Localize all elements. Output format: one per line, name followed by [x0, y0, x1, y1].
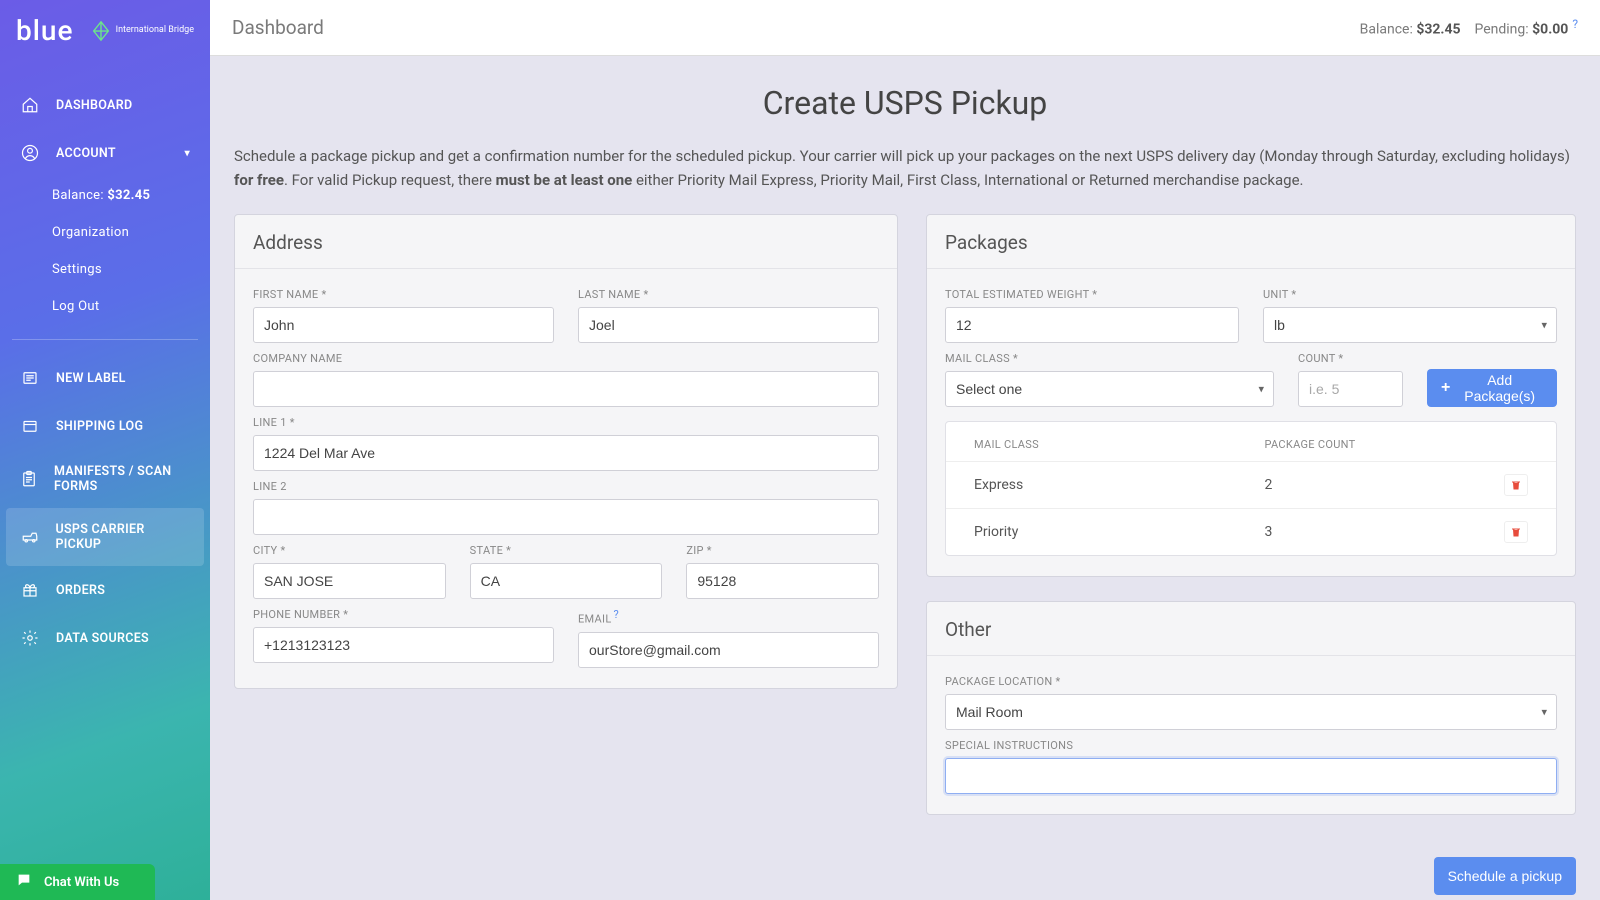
last-name-input[interactable]: [578, 307, 879, 343]
chat-label: Chat With Us: [44, 875, 119, 890]
topbar: Dashboard Balance: $32.45 Pending: $0.00…: [210, 0, 1600, 56]
sidebar-item-dashboard[interactable]: DASHBOARD: [0, 81, 210, 129]
chat-icon: [16, 872, 32, 892]
instructions-label: SPECIAL INSTRUCTIONS: [945, 739, 1557, 752]
sidebar-sub-balance[interactable]: Balance: $32.45: [0, 177, 210, 214]
gear-icon: [20, 628, 40, 648]
sidebar-item-shipping-log[interactable]: SHIPPING LOG: [0, 402, 210, 450]
help-icon[interactable]: ?: [614, 608, 620, 621]
phone-label: PHONE NUMBER *: [253, 608, 554, 621]
sidebar-sub-organization[interactable]: Organization: [0, 214, 210, 251]
chat-widget[interactable]: Chat With Us: [0, 864, 155, 900]
company-input[interactable]: [253, 371, 879, 407]
sidebar-item-label: ORDERS: [56, 583, 105, 598]
sidebar: blue International Bridge DASHBOARD ACCO…: [0, 0, 210, 900]
truck-icon: [20, 527, 39, 547]
phone-input[interactable]: [253, 627, 554, 663]
packages-table: MAIL CLASS PACKAGE COUNT Express 2: [945, 421, 1557, 556]
sidebar-item-label: DASHBOARD: [56, 98, 132, 113]
zip-label: ZIP *: [686, 544, 879, 557]
sidebar-item-data-sources[interactable]: DATA SOURCES: [0, 614, 210, 662]
last-name-label: LAST NAME *: [578, 288, 879, 301]
sidebar-item-label: ACCOUNT: [56, 146, 116, 161]
sidebar-sub-settings[interactable]: Settings: [0, 251, 210, 288]
line2-label: LINE 2: [253, 480, 879, 493]
account-submenu: Balance: $32.45 Organization Settings Lo…: [0, 177, 210, 325]
instructions-input[interactable]: [945, 758, 1557, 794]
sidebar-item-label: USPS CARRIER PICKUP: [55, 522, 190, 552]
sidebar-item-label: DATA SOURCES: [56, 631, 149, 646]
gift-icon: [20, 580, 40, 600]
label-icon: [20, 368, 40, 388]
plus-icon: +: [1441, 379, 1450, 397]
brand: blue International Bridge: [0, 0, 210, 61]
city-input[interactable]: [253, 563, 446, 599]
packages-card: Packages TOTAL ESTIMATED WEIGHT * UNIT *: [926, 214, 1576, 577]
sidebar-item-manifests[interactable]: MANIFESTS / SCAN FORMS: [0, 450, 210, 508]
table-row: Express 2: [946, 461, 1556, 508]
delete-row-button[interactable]: [1504, 521, 1528, 543]
page-title: Create USPS Pickup: [234, 84, 1576, 122]
company-label: COMPANY NAME: [253, 352, 879, 365]
sidebar-item-usps-pickup[interactable]: USPS CARRIER PICKUP: [6, 508, 204, 566]
brand-logo: blue: [16, 14, 73, 47]
home-icon: [20, 95, 40, 115]
state-input[interactable]: [470, 563, 663, 599]
content: Create USPS Pickup Schedule a package pi…: [210, 56, 1600, 900]
intro-text: Schedule a package pickup and get a conf…: [234, 144, 1576, 192]
main: Dashboard Balance: $32.45 Pending: $0.00…: [210, 0, 1600, 900]
sidebar-item-label: SHIPPING LOG: [56, 419, 143, 434]
email-label: EMAIL?: [578, 608, 879, 626]
table-row: Priority 3: [946, 508, 1556, 555]
state-label: STATE *: [470, 544, 663, 557]
line2-input[interactable]: [253, 499, 879, 535]
count-input[interactable]: [1298, 371, 1403, 407]
mail-class-label: MAIL CLASS *: [945, 352, 1274, 365]
nav-divider: [12, 339, 198, 340]
address-card-title: Address: [235, 215, 897, 269]
chevron-down-icon: ▾: [185, 148, 190, 159]
city-label: CITY *: [253, 544, 446, 557]
sidebar-sub-logout[interactable]: Log Out: [0, 288, 210, 325]
table-header: MAIL CLASS PACKAGE COUNT: [946, 422, 1556, 461]
sidebar-item-new-label[interactable]: NEW LABEL: [0, 354, 210, 402]
mail-class-select[interactable]: Select one: [945, 371, 1274, 407]
line1-input[interactable]: [253, 435, 879, 471]
box-icon: [20, 416, 40, 436]
nav: DASHBOARD ACCOUNT ▾ Balance: $32.45 Orga…: [0, 61, 210, 662]
brand-tagline: International Bridge: [90, 20, 194, 42]
sidebar-item-label: MANIFESTS / SCAN FORMS: [54, 464, 190, 494]
zip-input[interactable]: [686, 563, 879, 599]
schedule-pickup-button[interactable]: Schedule a pickup: [1434, 857, 1576, 895]
email-input[interactable]: [578, 632, 879, 668]
other-card-title: Other: [927, 602, 1575, 656]
location-select[interactable]: Mail Room: [945, 694, 1557, 730]
other-card: Other PACKAGE LOCATION * Mail Room SPECI…: [926, 601, 1576, 815]
count-label: COUNT *: [1298, 352, 1403, 365]
help-icon[interactable]: ?: [1572, 17, 1578, 31]
first-name-label: FIRST NAME *: [253, 288, 554, 301]
sidebar-item-orders[interactable]: ORDERS: [0, 566, 210, 614]
balance-display: Balance: $32.45 Pending: $0.00?: [1360, 17, 1578, 38]
breadcrumb: Dashboard: [232, 16, 324, 39]
line1-label: LINE 1 *: [253, 416, 879, 429]
clipboard-icon: [20, 469, 38, 489]
add-package-button[interactable]: +Add Package(s): [1427, 369, 1557, 407]
weight-input[interactable]: [945, 307, 1239, 343]
first-name-input[interactable]: [253, 307, 554, 343]
packages-card-title: Packages: [927, 215, 1575, 269]
unit-label: UNIT *: [1263, 288, 1557, 301]
address-card: Address FIRST NAME * LAST NAME *: [234, 214, 898, 689]
unit-select[interactable]: lb: [1263, 307, 1557, 343]
brand-icon: [90, 20, 112, 42]
location-label: PACKAGE LOCATION *: [945, 675, 1557, 688]
sidebar-item-label: NEW LABEL: [56, 371, 126, 386]
sidebar-item-account[interactable]: ACCOUNT ▾: [0, 129, 210, 177]
delete-row-button[interactable]: [1504, 474, 1528, 496]
weight-label: TOTAL ESTIMATED WEIGHT *: [945, 288, 1239, 301]
user-icon: [20, 143, 40, 163]
